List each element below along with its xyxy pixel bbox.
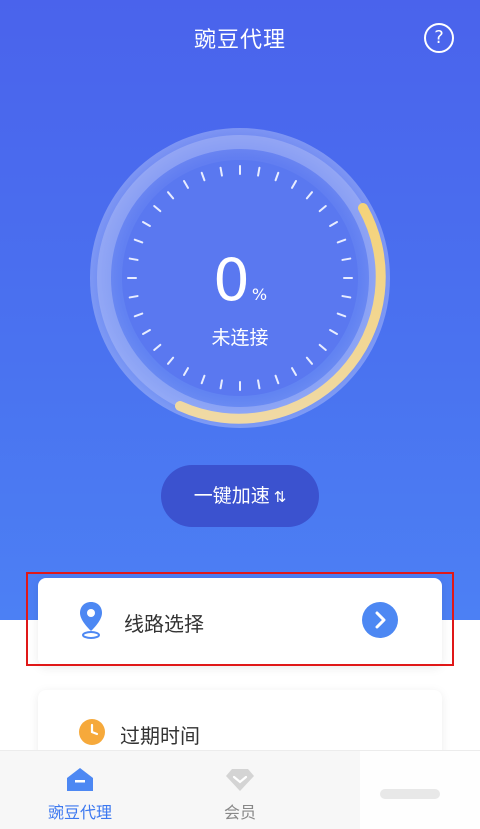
nav-home-label: 豌豆代理 [47,803,112,822]
hero-panel: 豌豆代理 ? 0% 未连接 一键加速 ⇅ [0,0,480,620]
dial-tick [257,379,261,390]
one-click-accelerate-button[interactable]: 一键加速 ⇅ [161,465,319,527]
nav-member[interactable]: 会员 [160,751,320,829]
blurred-region [380,789,440,799]
percent-value: 0 [212,246,250,314]
selection-highlight-box [26,572,454,666]
home-icon [67,768,93,791]
gauge-readout: 0% [0,246,480,314]
diamond-icon [226,769,254,791]
clock-icon [79,719,105,745]
dial-tick [257,166,261,177]
nav-home[interactable]: 豌豆代理 [0,751,160,829]
speed-gauge [90,128,390,428]
dial-tick [219,379,223,390]
accelerate-label: 一键加速 [193,485,270,507]
nav-hidden-slot [360,751,480,829]
expiry-time-label: 过期时间 [120,724,200,748]
swap-arrows-icon: ⇅ [273,488,287,506]
dial-tick [219,166,223,177]
nav-member-label: 会员 [223,803,256,822]
connection-status: 未连接 [211,327,269,349]
bottom-nav: 豌豆代理 会员 [0,750,480,829]
percent-unit: % [251,285,268,304]
